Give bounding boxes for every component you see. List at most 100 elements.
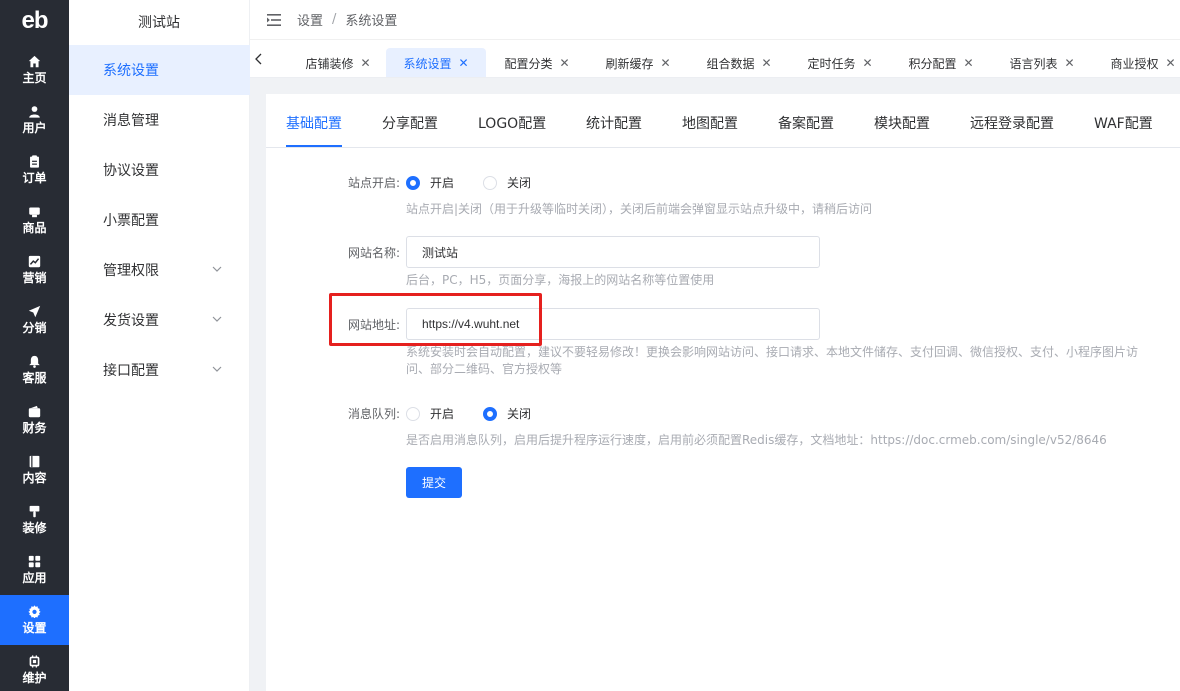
content-tab-filing[interactable]: 备案配置 (778, 113, 834, 133)
content-tab-remote-login[interactable]: 远程登录配置 (970, 113, 1054, 133)
submenu-item-label: 协议设置 (103, 163, 159, 179)
message-queue-radio-on[interactable]: 开启 (406, 405, 454, 422)
content-tab-basic[interactable]: 基础配置 (286, 113, 342, 133)
submenu-item-permissions[interactable]: 管理权限 (69, 245, 250, 295)
rail-item-label: 商品 (22, 221, 47, 235)
rail-item-settings[interactable]: 设置 (0, 595, 69, 645)
rail-item-maintenance[interactable]: 维护 (0, 645, 69, 691)
rail-item-label: 用户 (22, 121, 47, 135)
submit-button[interactable]: 提交 (406, 467, 462, 498)
tab-points-config[interactable]: 积分配置 ✕ (891, 48, 991, 77)
close-icon[interactable]: ✕ (1165, 56, 1175, 70)
tab-language-list[interactable]: 语言列表 ✕ (992, 48, 1092, 77)
site-name-hint: 后台，PC，H5，页面分享，海报上的网站名称等位置使用 (406, 273, 715, 287)
site-name-input[interactable]: 测试站 (406, 236, 820, 268)
rail-item-distribution[interactable]: 分销 (0, 295, 69, 345)
tab-label: 语言列表 (1009, 56, 1058, 71)
rail-item-order[interactable]: 订单 (0, 145, 69, 195)
submenu-item-system-settings[interactable]: 系统设置 (69, 45, 250, 95)
submenu-item-label: 管理权限 (103, 263, 159, 279)
chevron-down-icon (212, 316, 222, 322)
grid-icon (28, 555, 41, 568)
close-icon[interactable]: ✕ (862, 56, 872, 70)
user-icon (29, 106, 40, 118)
rail-item-service[interactable]: 客服 (0, 345, 69, 395)
rail-item-marketing[interactable]: 营销 (0, 245, 69, 295)
radio-label: 开启 (430, 176, 455, 190)
radio-dot (406, 175, 420, 190)
close-icon[interactable]: ✕ (963, 56, 973, 70)
app-logo[interactable]: eb (0, 0, 69, 42)
close-icon[interactable]: ✕ (458, 56, 468, 70)
submenu-item-shipping[interactable]: 发货设置 (69, 295, 250, 345)
rail-item-label: 财务 (22, 421, 47, 435)
tab-label: 系统设置 (403, 56, 452, 71)
close-icon[interactable]: ✕ (761, 56, 771, 70)
site-name-label: 网站名称: (348, 246, 401, 260)
rail-item-user[interactable]: 用户 (0, 95, 69, 145)
site-url-input[interactable]: https://v4.wuht.net (406, 308, 820, 340)
submenu-item-label: 发货设置 (103, 313, 159, 329)
submenu-item-label: 消息管理 (103, 113, 159, 129)
close-icon[interactable]: ✕ (360, 56, 370, 70)
tab-refresh-cache[interactable]: 刷新缓存 ✕ (588, 48, 688, 77)
site-open-label: 站点开启: (348, 176, 401, 190)
rail-item-decoration[interactable]: 装修 (0, 495, 69, 545)
submenu-item-label: 系统设置 (103, 63, 159, 79)
tab-shop-decoration[interactable]: 店铺装修 ✕ (288, 48, 388, 77)
brush-icon (29, 505, 40, 518)
rail-item-apps[interactable]: 应用 (0, 545, 69, 595)
content-tab-module[interactable]: 模块配置 (874, 113, 930, 133)
site-open-radio-off[interactable]: 关闭 (483, 174, 531, 191)
rail-item-label: 分销 (22, 321, 47, 335)
submenu-item-agreement[interactable]: 协议设置 (69, 145, 250, 195)
wallet-icon (28, 405, 41, 418)
content-tab-map[interactable]: 地图配置 (682, 113, 738, 133)
chevron-left-icon[interactable] (254, 53, 264, 65)
close-icon[interactable]: ✕ (559, 56, 569, 70)
chevron-down-icon (212, 366, 222, 372)
content-tab-waf[interactable]: WAF配置 (1094, 113, 1153, 133)
content-tab-logo[interactable]: LOGO配置 (478, 113, 546, 133)
radio-label: 开启 (430, 407, 455, 421)
submenu-item-label: 接口配置 (103, 363, 159, 379)
tab-commercial-license[interactable]: 商业授权 ✕ (1093, 48, 1180, 77)
rail-item-label: 维护 (22, 671, 47, 685)
submenu-item-receipt[interactable]: 小票配置 (69, 195, 250, 245)
site-url-hint: 系统安装时会自动配置，建议不要轻易修改！更换会影响网站访问、接口请求、本地文件储… (406, 345, 1139, 376)
breadcrumb-item-current: 系统设置 (345, 14, 398, 29)
rail-item-home[interactable]: 主页 (0, 45, 69, 95)
rail-item-finance[interactable]: 财务 (0, 395, 69, 445)
rail-item-label: 装修 (22, 521, 47, 535)
site-open-radio-on[interactable]: 开启 (406, 174, 454, 191)
tab-system-settings[interactable]: 系统设置 ✕ (386, 48, 486, 77)
tab-label: 商业授权 (1110, 56, 1159, 71)
submenu-item-message[interactable]: 消息管理 (69, 95, 250, 145)
content-tab-share[interactable]: 分享配置 (382, 113, 438, 133)
tab-label: 刷新缓存 (605, 56, 654, 71)
message-queue-radio-off[interactable]: 关闭 (483, 405, 531, 422)
tab-label: 积分配置 (908, 56, 957, 71)
site-open-hint: 站点开启|关闭（用于升级等临时关闭），关闭后前端会弹窗显示站点升级中，请稍后访问 (406, 202, 873, 216)
close-icon[interactable]: ✕ (660, 56, 670, 70)
tab-group-data[interactable]: 组合数据 ✕ (689, 48, 789, 77)
rail-item-label: 设置 (22, 621, 47, 635)
home-icon (28, 55, 41, 68)
distribution-icon (28, 305, 41, 318)
submenu-item-label: 小票配置 (103, 213, 159, 229)
content-tab-stats[interactable]: 统计配置 (586, 113, 642, 133)
close-icon[interactable]: ✕ (1064, 56, 1074, 70)
rail-item-content[interactable]: 内容 (0, 445, 69, 495)
site-name: 测试站 (138, 14, 180, 31)
breadcrumb-item[interactable]: 设置 (297, 10, 323, 29)
settings-card: 基础配置 分享配置 LOGO配置 统计配置 地图配置 备案配置 模块配置 远程登… (266, 94, 1180, 691)
menu-fold-icon[interactable] (267, 13, 281, 26)
rail-item-label: 客服 (22, 371, 47, 385)
tab-scheduled-tasks[interactable]: 定时任务 ✕ (790, 48, 890, 77)
message-queue-hint: 是否启用消息队列，启用后提升程序运行速度，启用前必须配置Redis缓存，文档地址… (406, 433, 1107, 447)
submenu-item-api[interactable]: 接口配置 (69, 345, 250, 395)
tab-config-category[interactable]: 配置分类 ✕ (487, 48, 587, 77)
chip-icon (29, 655, 40, 668)
rail-item-product[interactable]: 商品 (0, 195, 69, 245)
active-tab-indicator (286, 145, 342, 147)
